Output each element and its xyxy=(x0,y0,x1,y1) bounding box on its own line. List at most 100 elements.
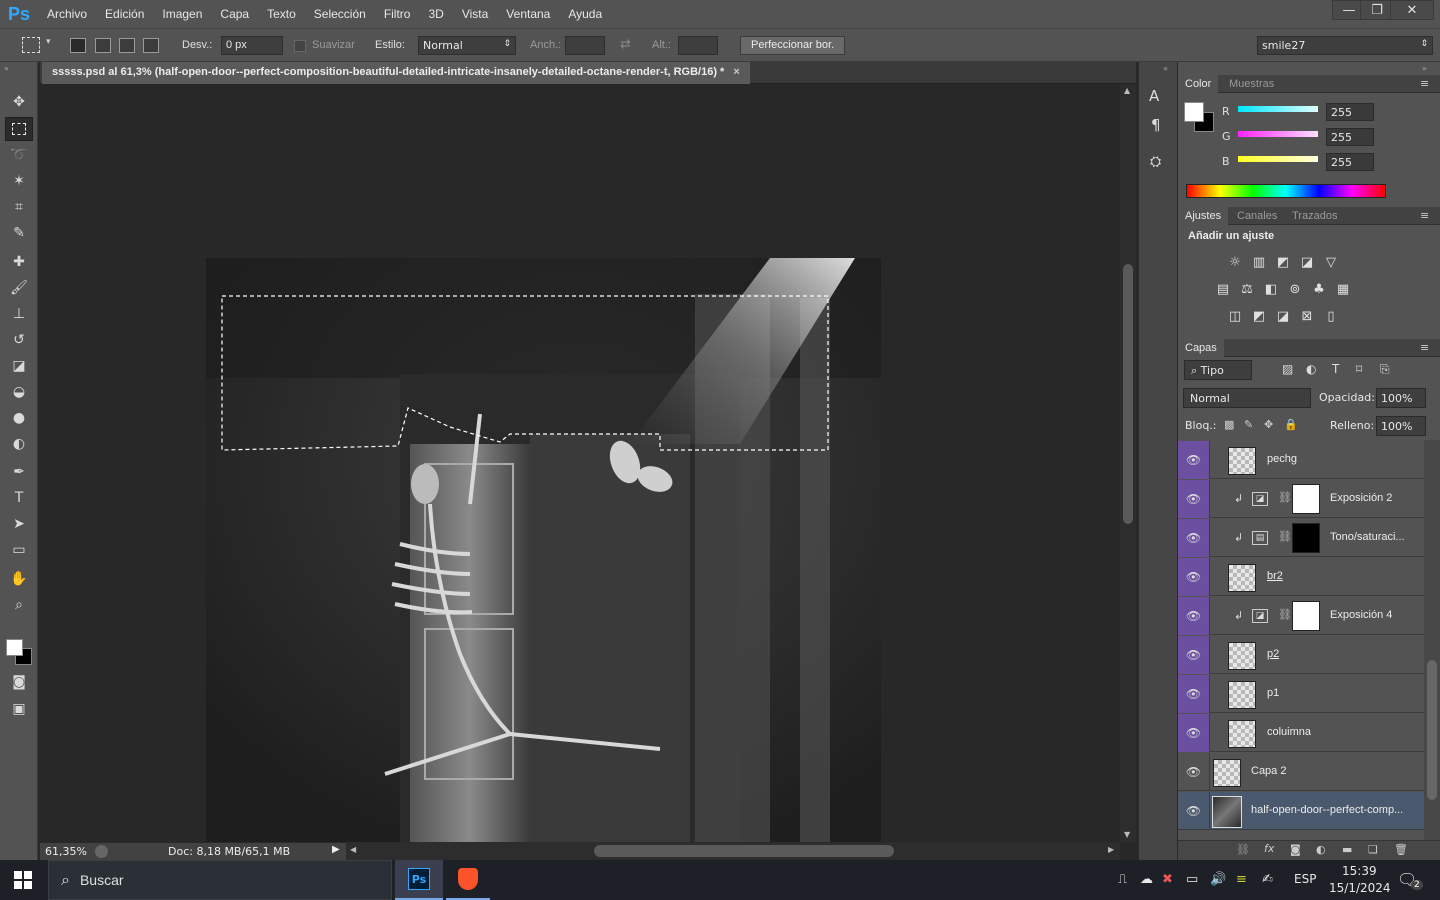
channel-r-slider[interactable] xyxy=(1238,106,1318,112)
lock-all-icon[interactable]: 🔒 xyxy=(1284,418,1298,431)
lock-pixels-icon[interactable]: ✎ xyxy=(1244,418,1253,431)
layer-name[interactable]: coluimna xyxy=(1267,726,1311,738)
menu-filtro[interactable]: Filtro xyxy=(375,7,420,21)
paint-bucket-tool-icon[interactable]: ◒ xyxy=(5,380,33,404)
layer-row[interactable]: 👁 p1 xyxy=(1178,675,1424,713)
tab-paths[interactable]: Trazados xyxy=(1285,207,1344,225)
restore-button[interactable]: ❐ xyxy=(1360,0,1394,20)
panel-menu-icon[interactable]: ≡ xyxy=(1420,341,1429,354)
stamp-tool-icon[interactable]: ⊥ xyxy=(5,302,33,326)
panel-menu-icon[interactable]: ≡ xyxy=(1420,77,1429,90)
layer-name[interactable]: Tono/saturaci... xyxy=(1330,531,1420,543)
menu-3d[interactable]: 3D xyxy=(419,7,452,21)
horizontal-scrollbar[interactable]: ◀ ▶ xyxy=(346,842,1120,860)
paragraph-panel-icon[interactable]: ¶ xyxy=(1151,116,1171,136)
eye-icon[interactable]: 👁 xyxy=(1178,558,1210,596)
add-selection-icon[interactable] xyxy=(95,38,111,53)
tab-swatches[interactable]: Muestras xyxy=(1222,75,1281,93)
brush-tool-icon[interactable]: 🖌 xyxy=(5,276,33,300)
layer-row[interactable]: 👁 Capa 2 xyxy=(1178,753,1424,791)
new-group-icon[interactable]: ▬ xyxy=(1342,843,1352,856)
document-tab[interactable]: sssss.psd al 61,3% (half-open-door--perf… xyxy=(42,62,750,84)
layer-row[interactable]: 👁 coluimna xyxy=(1178,714,1424,752)
eye-icon[interactable]: 👁 xyxy=(1178,636,1210,674)
hue-saturation-icon[interactable]: ▤ xyxy=(1214,281,1232,297)
foreground-color-swatch[interactable] xyxy=(6,639,23,656)
zoom-level[interactable]: 61,35% xyxy=(45,845,87,858)
filter-type-icon[interactable]: T xyxy=(1332,362,1339,376)
crop-tool-icon[interactable]: ⌗ xyxy=(5,195,33,219)
layers-scroll-thumb[interactable] xyxy=(1427,660,1437,800)
layer-filter-select[interactable]: ⌕ Tipo xyxy=(1184,360,1252,380)
eye-icon[interactable]: 👁 xyxy=(1178,792,1210,830)
eyedropper-tool-icon[interactable]: ✎ xyxy=(5,221,33,245)
taskbar-search[interactable]: ⌕ Buscar xyxy=(48,860,392,900)
blur-tool-icon[interactable]: ● xyxy=(5,406,33,430)
menu-edicion[interactable]: Edición xyxy=(96,7,153,21)
opacity-input[interactable]: 100% xyxy=(1376,388,1426,408)
channel-b-value[interactable]: 255 xyxy=(1326,153,1374,171)
vertical-scrollbar[interactable]: ▲ ▼ xyxy=(1120,84,1136,842)
zoom-tool-icon[interactable]: ⌕ xyxy=(5,593,33,617)
filter-pixel-icon[interactable]: ▨ xyxy=(1282,362,1293,376)
brightness-icon[interactable]: ☼ xyxy=(1226,254,1244,270)
windows-start-icon[interactable] xyxy=(14,871,32,889)
scroll-down-icon[interactable]: ▼ xyxy=(1124,830,1130,839)
scroll-left-icon[interactable]: ◀ xyxy=(350,845,356,854)
rectangle-tool-icon[interactable]: ▭ xyxy=(5,538,33,562)
new-layer-icon[interactable]: ❏ xyxy=(1368,843,1378,856)
language-indicator[interactable]: ESP xyxy=(1294,872,1316,886)
eye-icon[interactable]: 👁 xyxy=(1178,714,1210,752)
layer-name[interactable]: Exposición 2 xyxy=(1330,492,1420,504)
healing-brush-tool-icon[interactable]: ✚ xyxy=(5,250,33,274)
menu-ventana[interactable]: Ventana xyxy=(497,7,559,21)
pen-tool-icon[interactable]: ✒ xyxy=(5,460,33,484)
width-input[interactable] xyxy=(565,36,605,55)
filter-adjustment-icon[interactable]: ◐ xyxy=(1306,362,1316,376)
character-panel-icon[interactable]: A xyxy=(1149,87,1169,107)
photo-filter-icon[interactable]: ⊚ xyxy=(1286,281,1304,297)
eye-icon[interactable]: 👁 xyxy=(1178,597,1210,635)
canvas-area[interactable] xyxy=(40,84,1120,842)
eraser-tool-icon[interactable]: ◪ xyxy=(5,354,33,378)
antivirus-icon[interactable]: ✖ xyxy=(1162,872,1173,887)
menu-texto[interactable]: Texto xyxy=(258,7,305,21)
document-canvas[interactable] xyxy=(40,84,1120,842)
quick-mask-icon[interactable]: ◙ xyxy=(5,670,33,694)
type-tool-icon[interactable]: T xyxy=(5,486,33,510)
color-balance-icon[interactable]: ⚖ xyxy=(1238,281,1256,297)
tab-adjustments[interactable]: Ajustes xyxy=(1178,207,1229,225)
menu-seleccion[interactable]: Selección xyxy=(305,7,375,21)
vertical-scroll-thumb[interactable] xyxy=(1123,264,1133,524)
eye-icon[interactable]: 👁 xyxy=(1178,753,1210,791)
vibrance-icon[interactable]: ▽ xyxy=(1322,254,1340,270)
tab-color[interactable]: Color xyxy=(1178,75,1219,93)
scroll-up-icon[interactable]: ▲ xyxy=(1124,86,1130,95)
link-chain-icon[interactable]: ⛓ xyxy=(1278,608,1292,621)
layer-style-icon[interactable]: fx xyxy=(1264,842,1274,855)
layer-mask-thumbnail[interactable] xyxy=(1292,484,1320,514)
antialias-checkbox[interactable] xyxy=(294,40,306,52)
foreground-color-swatch[interactable] xyxy=(1184,102,1204,122)
eye-icon[interactable]: 👁 xyxy=(1178,675,1210,713)
volume-icon[interactable]: 🔊 xyxy=(1210,872,1226,887)
tab-channels[interactable]: Canales xyxy=(1230,207,1284,225)
lasso-tool-icon[interactable]: ➰ xyxy=(5,143,33,167)
menu-ayuda[interactable]: Ayuda xyxy=(559,7,611,21)
collapse-icon[interactable]: « xyxy=(1163,64,1168,73)
path-selection-tool-icon[interactable]: ➤ xyxy=(5,512,33,536)
feather-input[interactable]: 0 px xyxy=(221,36,283,55)
menu-capa[interactable]: Capa xyxy=(211,7,258,21)
new-selection-icon[interactable] xyxy=(70,38,86,53)
taskbar-brave[interactable] xyxy=(446,860,490,900)
layer-row[interactable]: 👁 ↲ ◪ ⛓ Exposición 2 xyxy=(1178,480,1424,518)
status-menu-arrow-icon[interactable]: ▶ xyxy=(332,844,340,855)
magic-wand-tool-icon[interactable]: ✶ xyxy=(5,169,33,193)
menu-imagen[interactable]: Imagen xyxy=(153,7,211,21)
threshold-icon[interactable]: ◪ xyxy=(1274,308,1292,324)
dodge-tool-icon[interactable]: ◐ xyxy=(5,432,33,456)
workspace-select[interactable]: smile27 ⇕ xyxy=(1257,36,1433,55)
link-chain-icon[interactable]: ⛓ xyxy=(1278,491,1292,504)
layer-name[interactable]: p1 xyxy=(1267,687,1279,699)
layer-row[interactable]: 👁 ↲ ◪ ⛓ Exposición 4 xyxy=(1178,597,1424,635)
